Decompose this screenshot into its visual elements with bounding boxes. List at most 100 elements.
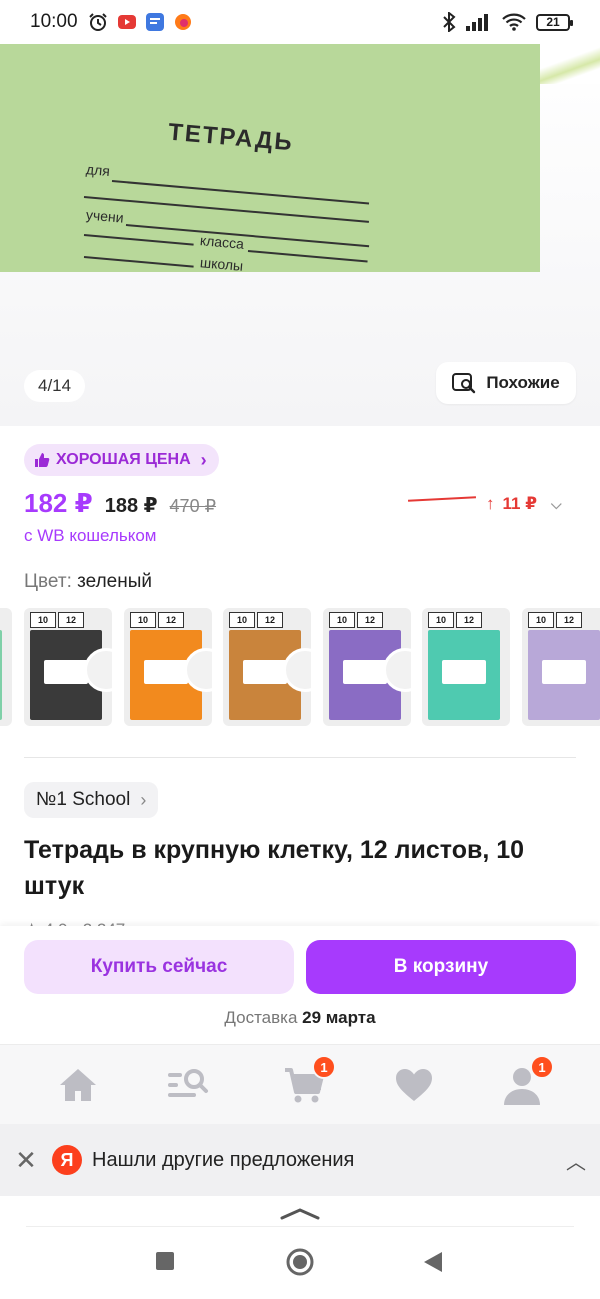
home-icon xyxy=(60,1069,96,1101)
price-history-line xyxy=(407,496,477,502)
catalog-search-icon xyxy=(168,1069,208,1097)
similar-search-icon xyxy=(452,373,476,394)
swatch-tag-count: 10 xyxy=(30,612,56,628)
youtube-icon xyxy=(117,15,136,29)
color-swatch[interactable] xyxy=(0,608,12,726)
notebook-cover-line xyxy=(83,234,194,246)
cart-badge: 1 xyxy=(312,1055,336,1079)
color-swatches[interactable]: 10 12 10 12 10 12 10 12 10 12 10 12 xyxy=(0,608,600,726)
swatch-tag-sheets: 12 xyxy=(556,612,582,628)
similar-button[interactable]: Похожие xyxy=(436,362,576,404)
yandex-banner-text: Нашли другие предложения xyxy=(92,1148,355,1171)
swatch-tag-count: 10 xyxy=(428,612,454,628)
swatch-notebook xyxy=(0,630,2,720)
swatch-tag-sheets: 12 xyxy=(357,612,383,628)
swatch-tag-count: 10 xyxy=(528,612,554,628)
battery-indicator: 21 xyxy=(536,13,573,31)
next-photo-peek xyxy=(540,44,600,84)
notebook-cover-label: для xyxy=(85,160,111,180)
product-title: Тетрадь в крупную клетку, 12 листов, 10 … xyxy=(24,836,525,900)
wallet-note[interactable]: с WB кошельком xyxy=(24,526,157,546)
product-gallery[interactable]: ТЕТРАДЬ для учени класса школы 4/14 Похо… xyxy=(0,44,600,426)
swatch-tag-sheets: 12 xyxy=(456,612,482,628)
similar-button-label: Похожие xyxy=(486,373,560,392)
tab-catalog[interactable] xyxy=(166,1063,210,1107)
chevron-right-icon: › xyxy=(140,789,147,810)
color-swatch[interactable]: 10 12 xyxy=(323,608,411,726)
swatch-label xyxy=(243,660,287,684)
tab-home[interactable] xyxy=(56,1063,100,1107)
thumbs-up-icon xyxy=(35,453,50,467)
section-divider xyxy=(24,757,576,758)
add-to-cart-button[interactable]: В корзину xyxy=(306,940,576,994)
notebook-cover-label: учени xyxy=(85,206,125,226)
swatch-tag-count: 10 xyxy=(329,612,355,628)
nav-divider xyxy=(26,1226,574,1227)
brand-name: №1 School xyxy=(36,789,131,810)
profile-badge: 1 xyxy=(530,1055,554,1079)
photo-counter: 4/14 xyxy=(24,370,86,402)
color-label: Цвет: зеленый xyxy=(24,571,152,593)
color-swatch[interactable]: 10 12 xyxy=(522,608,600,726)
back-button-icon[interactable] xyxy=(424,1252,442,1272)
tab-profile[interactable]: 1 xyxy=(500,1055,554,1107)
home-button-icon[interactable] xyxy=(286,1248,314,1276)
status-time: 10:00 xyxy=(30,11,78,32)
swatch-tag-sheets: 12 xyxy=(257,612,283,628)
swatch-tag-count: 10 xyxy=(130,612,156,628)
cellular-signal-icon xyxy=(466,14,488,31)
system-navigation-bar xyxy=(0,1196,600,1299)
swatch-tag-sheets: 12 xyxy=(158,612,184,628)
notebook-cover-line xyxy=(247,250,368,263)
notebook-cover-title: ТЕТРАДЬ xyxy=(167,118,295,157)
messages-icon xyxy=(145,13,164,31)
bluetooth-icon xyxy=(443,12,456,32)
delivery-date: 29 марта xyxy=(302,1008,376,1027)
swatch-label xyxy=(44,660,88,684)
tab-cart[interactable]: 1 xyxy=(282,1055,336,1107)
notebook-cover-label: школы xyxy=(199,254,244,272)
notebook-cover-label: класса xyxy=(199,232,245,252)
price-row: 182 ₽ 188 ₽ 470 ₽ xyxy=(24,488,216,519)
yandex-offers-banner[interactable]: ✕ Я Нашли другие предложения ︿ xyxy=(0,1124,600,1196)
good-price-badge[interactable]: ХОРОШАЯ ЦЕНА › xyxy=(24,444,219,476)
product-page: 10:00 21 ТЕТРАДЬ для учени класса школы … xyxy=(0,0,600,1299)
color-label-value: зеленый xyxy=(77,571,152,592)
delivery-label: Доставка xyxy=(224,1008,298,1027)
yandex-logo: Я xyxy=(52,1145,82,1175)
notebook-cover-line xyxy=(83,256,194,268)
product-photo[interactable]: ТЕТРАДЬ для учени класса школы xyxy=(0,44,540,272)
swatch-tag-sheets: 12 xyxy=(58,612,84,628)
color-swatch[interactable]: 10 12 xyxy=(422,608,510,726)
alarm-icon xyxy=(88,13,107,31)
old-price: 470 ₽ xyxy=(169,496,217,516)
swatch-label xyxy=(343,660,387,684)
color-swatch[interactable]: 10 12 xyxy=(223,608,311,726)
brand-chip[interactable]: №1 School › xyxy=(24,782,159,818)
swatch-tag-count: 10 xyxy=(229,612,255,628)
chevron-right-icon: › xyxy=(200,449,207,470)
arrow-up-icon: ↑ xyxy=(486,494,495,513)
tab-favorites[interactable] xyxy=(392,1063,436,1107)
heart-icon xyxy=(396,1069,432,1101)
swatch-label xyxy=(442,660,486,684)
wifi-icon xyxy=(502,13,526,31)
bottom-tab-bar: 1 1 xyxy=(0,1044,600,1124)
notebook-cover-line xyxy=(111,180,370,205)
color-label-title: Цвет: xyxy=(24,571,72,592)
chevron-up-icon[interactable]: ︿ xyxy=(566,1146,586,1175)
firefox-icon xyxy=(174,14,191,30)
color-swatch[interactable]: 10 12 xyxy=(124,608,212,726)
chevron-down-icon: ⌵ xyxy=(551,495,562,512)
buy-now-button[interactable]: Купить сейчас xyxy=(24,940,294,994)
price-change-value: 11 ₽ xyxy=(502,494,538,513)
color-swatch[interactable]: 10 12 xyxy=(24,608,112,726)
regular-price: 188 ₽ xyxy=(104,495,158,517)
expand-handle-icon[interactable] xyxy=(280,1206,320,1220)
recent-apps-icon[interactable] xyxy=(156,1252,174,1270)
price-change-button[interactable]: ↑ 11 ₽ ⌵ xyxy=(486,494,562,514)
purchase-action-bar: Купить сейчас В корзину Доставка 29 март… xyxy=(0,926,600,1044)
notebook-cover-line xyxy=(125,224,370,248)
close-icon[interactable]: ✕ xyxy=(14,1145,38,1176)
good-price-label: ХОРОШАЯ ЦЕНА xyxy=(56,451,191,468)
